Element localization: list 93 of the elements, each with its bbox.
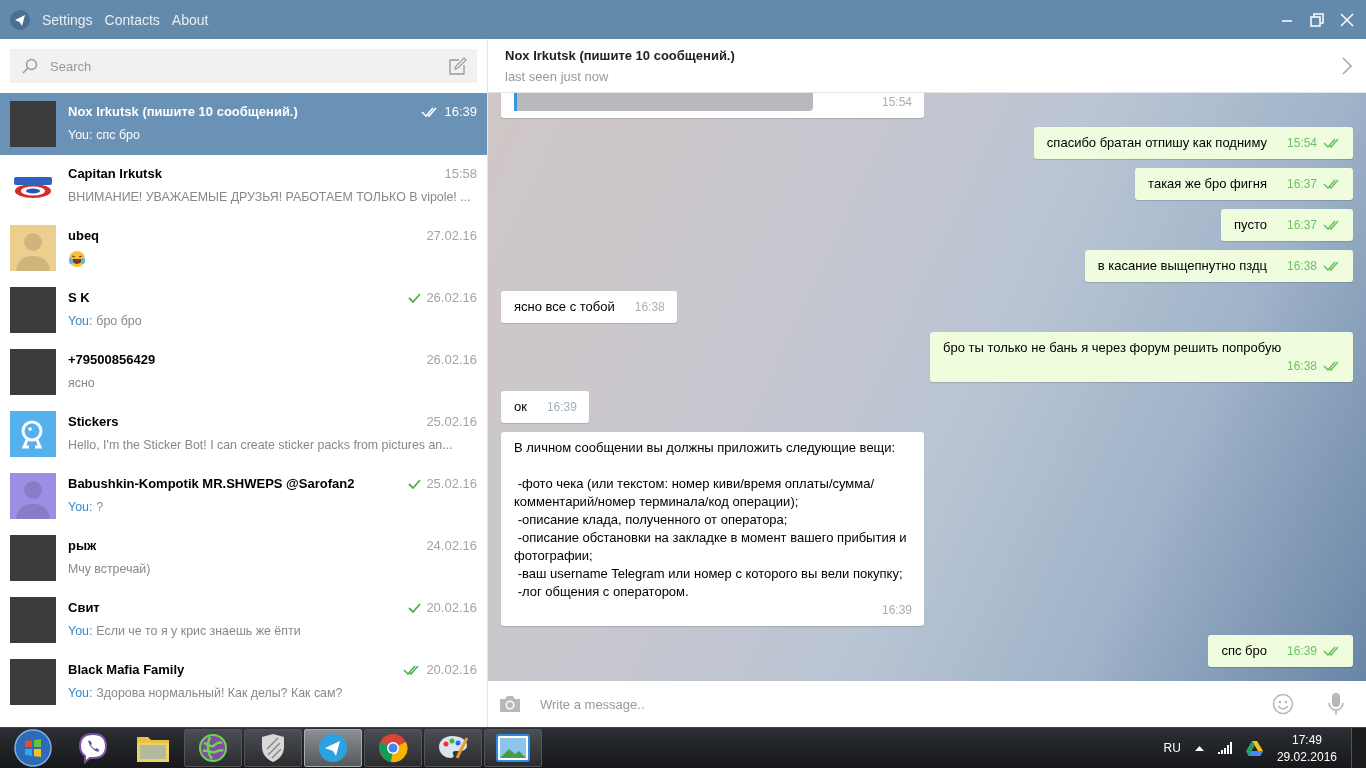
chat-list-item[interactable]: +79500856429 26.02.16 ясно: [0, 341, 487, 403]
message-time: 15:54: [881, 94, 912, 111]
chat-list-item[interactable]: Babushkin-Kompotik MR.SHWEPS @Sarofan2 25.02.16 You: ?: [0, 465, 487, 527]
message-preview: Если че то я у крис знаешь же ёпти: [96, 624, 301, 638]
photo-placeholder: [10, 535, 56, 581]
chat-time: 15:58: [444, 166, 477, 181]
paper-plane-icon: [318, 733, 348, 763]
chat-time: 25.02.16: [426, 414, 477, 429]
message-text: спасибо братан отпишу как подниму: [1046, 134, 1267, 152]
sender-label: You:: [68, 128, 93, 142]
sender-label: You:: [68, 686, 93, 700]
message-text: ясно все с тобой: [514, 298, 615, 316]
message-text: В личном сообщении вы должны приложить следующие вещи: -фото чека (или текстом: номер киви/время оплаты/сумма/комментарий/номер терминала/код операции); -описание клада, полученного от оператора; -описание обстановки на закладке в момент вашего прибытия и фотографии; -ваш username Telegram или номер с которого вы вели покупку; -лог общения с оператором.: [514, 439, 908, 601]
chat-time: 25.02.16: [426, 476, 477, 491]
message-text: ок: [514, 398, 527, 416]
message-preview: ВНИМАНИЕ! УВАЖАЕМЫЕ ДРУЗЬЯ! РАБОТАЕМ ТОЛЬКО В vipole! ...: [68, 190, 471, 204]
message-text: в касание выщепнутно пздц: [1097, 257, 1267, 275]
chat-time: 26.02.16: [426, 290, 477, 305]
photo-placeholder: [10, 349, 56, 395]
search-input[interactable]: Search: [48, 57, 439, 75]
chat-name: S K: [68, 290, 90, 305]
chat-time: 20.02.16: [426, 662, 477, 677]
taskbar-app-button[interactable]: [304, 729, 362, 767]
chat-name: +79500856429: [68, 352, 156, 367]
chat-list-item[interactable]: рыж 24.02.16 Мчу встречай): [0, 527, 487, 589]
taskbar-app-button[interactable]: [364, 729, 422, 767]
search-field[interactable]: Search: [10, 49, 477, 83]
message-time: 16:38: [634, 299, 665, 316]
chat-time: 24.02.16: [426, 538, 477, 553]
chat-list-item[interactable]: Black Mafia Family 20.02.16 You: Здорова нормальный! Как делы? Как сам?: [0, 651, 487, 713]
message-text: бро ты только не бань я через форум решить попробую: [943, 339, 1282, 357]
signal-bars-icon[interactable]: [1217, 742, 1232, 754]
message-text: спс бро: [1221, 642, 1267, 660]
phone-bubble-icon: [77, 732, 109, 764]
search-icon: [22, 58, 38, 74]
message-preview: ясно: [68, 376, 95, 390]
sender-label: You:: [68, 500, 93, 514]
chat-time: 20.02.16: [426, 600, 477, 615]
photo-placeholder: [10, 101, 56, 147]
taskbar-app-button[interactable]: [244, 729, 302, 767]
message-time: 15:54: [1286, 135, 1317, 152]
chat-name: Black Mafia Family: [68, 662, 185, 677]
message-preview: Hello, I'm the Sticker Bot! I can create sticker packs from pictures an...: [68, 438, 453, 452]
message-text: пусто: [1234, 216, 1267, 234]
message-time: 16:37: [1286, 217, 1317, 234]
picture-icon: [496, 734, 530, 762]
chat-name: Свит: [68, 600, 100, 615]
clock-time[interactable]: 17:49: [1291, 732, 1322, 747]
sender-label: You:: [68, 624, 93, 638]
chat-list-item[interactable]: S K 26.02.16 You: бро бро: [0, 279, 487, 341]
language-indicator[interactable]: RU: [1163, 741, 1181, 755]
message-time: 16:38: [1286, 258, 1317, 275]
message-preview: спс бро: [96, 128, 140, 142]
chat-name: Nox Irkutsk (пишите 10 сообщений.): [68, 104, 298, 119]
start-orb-icon: [14, 729, 52, 767]
chat-name: Capitan Irkutsk: [68, 166, 162, 181]
browser-icon: [378, 733, 408, 763]
chat-list-item[interactable]: ubeq 27.02.16: [0, 217, 487, 279]
sender-label: You:: [68, 314, 93, 328]
chat-time: 16:39: [444, 104, 477, 119]
message-time: 16:38: [1286, 358, 1317, 375]
shield-icon: [259, 733, 287, 763]
taskbar-app-button[interactable]: [184, 729, 242, 767]
chat-name: ubeq: [68, 228, 100, 243]
chat-list-item[interactable]: Capitan Irkutsk 15:58 ВНИМАНИЕ! УВАЖАЕМЫЕ ДРУЗЬЯ! РАБОТАЕМ ТОЛЬКО В vipole! ...: [0, 155, 487, 217]
message-time: 16:39: [1286, 643, 1317, 660]
message-text: такая же бро фигня: [1148, 175, 1267, 193]
chat-name: Stickers: [68, 414, 119, 429]
chat-list-item[interactable]: Stickers 25.02.16 Hello, I'm the Sticker Bot! I can create sticker packs from pictures an...: [0, 403, 487, 465]
message-preview: Здорова нормальный! Как делы? Как сам?: [96, 686, 343, 700]
message-preview: ?: [96, 500, 104, 514]
photo-placeholder: [10, 659, 56, 705]
message-time: 16:39: [546, 399, 577, 416]
chat-name: рыж: [68, 538, 97, 553]
message-preview: Мчу встречай): [68, 562, 151, 576]
up-arrow-icon[interactable]: [1194, 745, 1204, 751]
taskbar-app-button[interactable]: [424, 729, 482, 767]
photo-placeholder: [10, 597, 56, 643]
globe-icon: [198, 733, 228, 763]
chat-title: Nox Irkutsk (пишите 10 сообщений.): [505, 47, 736, 63]
chat-list-item[interactable]: Свит 20.02.16 You: Если че то я у крис знаешь же ёпти: [0, 589, 487, 651]
triangle-logo-icon[interactable]: [1245, 740, 1263, 756]
message-preview: бро бро: [96, 314, 142, 328]
chat-time: 26.02.16: [426, 352, 477, 367]
message-time: 16:39: [881, 602, 912, 619]
chat-time: 27.02.16: [426, 228, 477, 243]
photo-placeholder: [10, 287, 56, 333]
telegram-logo-icon: [10, 9, 30, 30]
clock-date[interactable]: 29.02.2016: [1276, 749, 1337, 764]
message-time: 16:37: [1286, 176, 1317, 193]
last-seen-status: last seen just now: [505, 68, 610, 84]
taskbar-app-button[interactable]: [484, 729, 542, 767]
chat-name: Babushkin-Kompotik MR.SHWEPS @Sarofan2: [68, 476, 355, 491]
